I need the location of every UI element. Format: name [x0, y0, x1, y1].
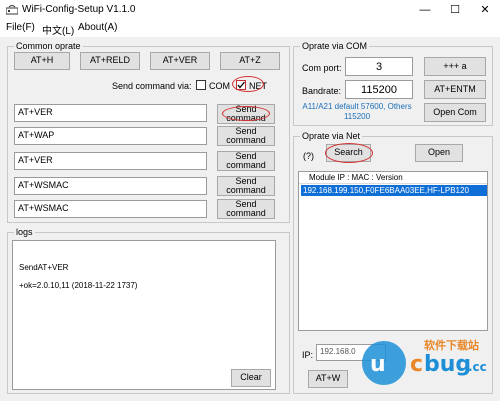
command-input-1[interactable]: AT+VER — [14, 104, 207, 122]
com-port-field[interactable]: 3 — [345, 57, 413, 76]
send-command-button-2[interactable]: Send command — [217, 126, 275, 146]
ucbug-logo-icon: u c bug .cc 软件下载站 — [362, 338, 487, 385]
at-z-button[interactable]: AT+Z — [220, 52, 280, 70]
command-input-2[interactable]: AT+WAP — [14, 127, 207, 145]
menu-language[interactable]: 中文(L) — [42, 22, 74, 37]
net-legend: Oprate via Net — [300, 131, 363, 142]
command-input-4[interactable]: AT+WSMAC — [14, 177, 207, 195]
command-input-3[interactable]: AT+VER — [14, 152, 207, 170]
bandrate-label: Bandrate: — [302, 86, 342, 96]
plus-a-button[interactable]: +++ a — [424, 57, 486, 76]
title-bar: WiFi-Config-Setup V1.1.0 — ☐ ✕ — [0, 0, 500, 20]
svg-text:软件下载站: 软件下载站 — [424, 338, 479, 352]
ucbug-watermark: u c bug .cc 软件下载站 — [356, 333, 496, 391]
open-com-button[interactable]: Open Com — [424, 103, 486, 122]
send-command-button-1[interactable]: Send command — [217, 104, 275, 124]
minimize-button[interactable]: — — [410, 0, 440, 20]
bandrate-field[interactable]: 115200 — [345, 80, 413, 99]
command-input-5[interactable]: AT+WSMAC — [14, 200, 207, 218]
bandrate-note: A11/A21 default 57600, Others 115200 — [302, 102, 412, 121]
send-command-button-5[interactable]: Send command — [217, 199, 275, 219]
open-net-button[interactable]: Open — [415, 144, 463, 162]
window-title: WiFi-Config-Setup V1.1.0 — [22, 4, 136, 15]
maximize-button[interactable]: ☐ — [440, 0, 470, 20]
com-checkbox[interactable] — [196, 80, 206, 90]
at-entm-button[interactable]: AT+ENTM — [424, 80, 486, 99]
menu-about[interactable]: About(A) — [78, 22, 117, 33]
help-icon[interactable]: (?) — [303, 151, 314, 161]
at-ver-button[interactable]: AT+VER — [150, 52, 210, 70]
send-command-button-4[interactable]: Send command — [217, 176, 275, 196]
net-checkbox[interactable] — [236, 80, 246, 90]
checkmark-icon — [237, 81, 246, 89]
app-window: WiFi-Config-Setup V1.1.0 — ☐ ✕ File(F) 中… — [0, 0, 500, 401]
search-button[interactable]: Search — [326, 144, 371, 162]
send-via-label: Send command via: — [112, 81, 192, 91]
clear-button[interactable]: Clear — [231, 369, 271, 387]
svg-text:.cc: .cc — [468, 360, 487, 374]
at-reld-button[interactable]: AT+RELD — [80, 52, 140, 70]
svg-text:u: u — [370, 352, 386, 377]
svg-text:c: c — [410, 352, 423, 377]
wifi-app-icon — [6, 5, 18, 15]
com-checkbox-label: COM — [209, 81, 230, 91]
module-list[interactable]: Module IP : MAC : Version 192.168.199.15… — [298, 171, 488, 331]
ip-label: IP: — [302, 350, 314, 360]
menu-bar: File(F) 中文(L) About(A) — [0, 20, 500, 37]
module-list-row[interactable]: 192.168.199.150,F0FE6BAA03EE,HF-LPB120 — [301, 185, 487, 196]
send-command-button-3[interactable]: Send command — [217, 151, 275, 171]
svg-text:bug: bug — [424, 352, 471, 377]
log-line: +ok=2.0.10,11 (2018-11-22 1737) — [19, 281, 138, 290]
com-port-label: Com port: — [302, 63, 342, 73]
log-output[interactable]: SendAT+VER +ok=2.0.10,11 (2018-11-22 173… — [12, 240, 276, 390]
com-legend: Oprate via COM — [300, 41, 370, 52]
at-h-button[interactable]: AT+H — [14, 52, 70, 70]
at-w-button[interactable]: AT+W — [308, 370, 348, 388]
logs-legend: logs — [14, 227, 35, 238]
log-line: SendAT+VER — [19, 263, 69, 272]
module-list-header: Module IP : MAC : Version — [299, 172, 487, 184]
net-checkbox-label: NET — [249, 81, 267, 91]
menu-file[interactable]: File(F) — [6, 22, 35, 33]
close-button[interactable]: ✕ — [470, 0, 500, 20]
common-oprate-legend: Common oprate — [14, 41, 83, 52]
